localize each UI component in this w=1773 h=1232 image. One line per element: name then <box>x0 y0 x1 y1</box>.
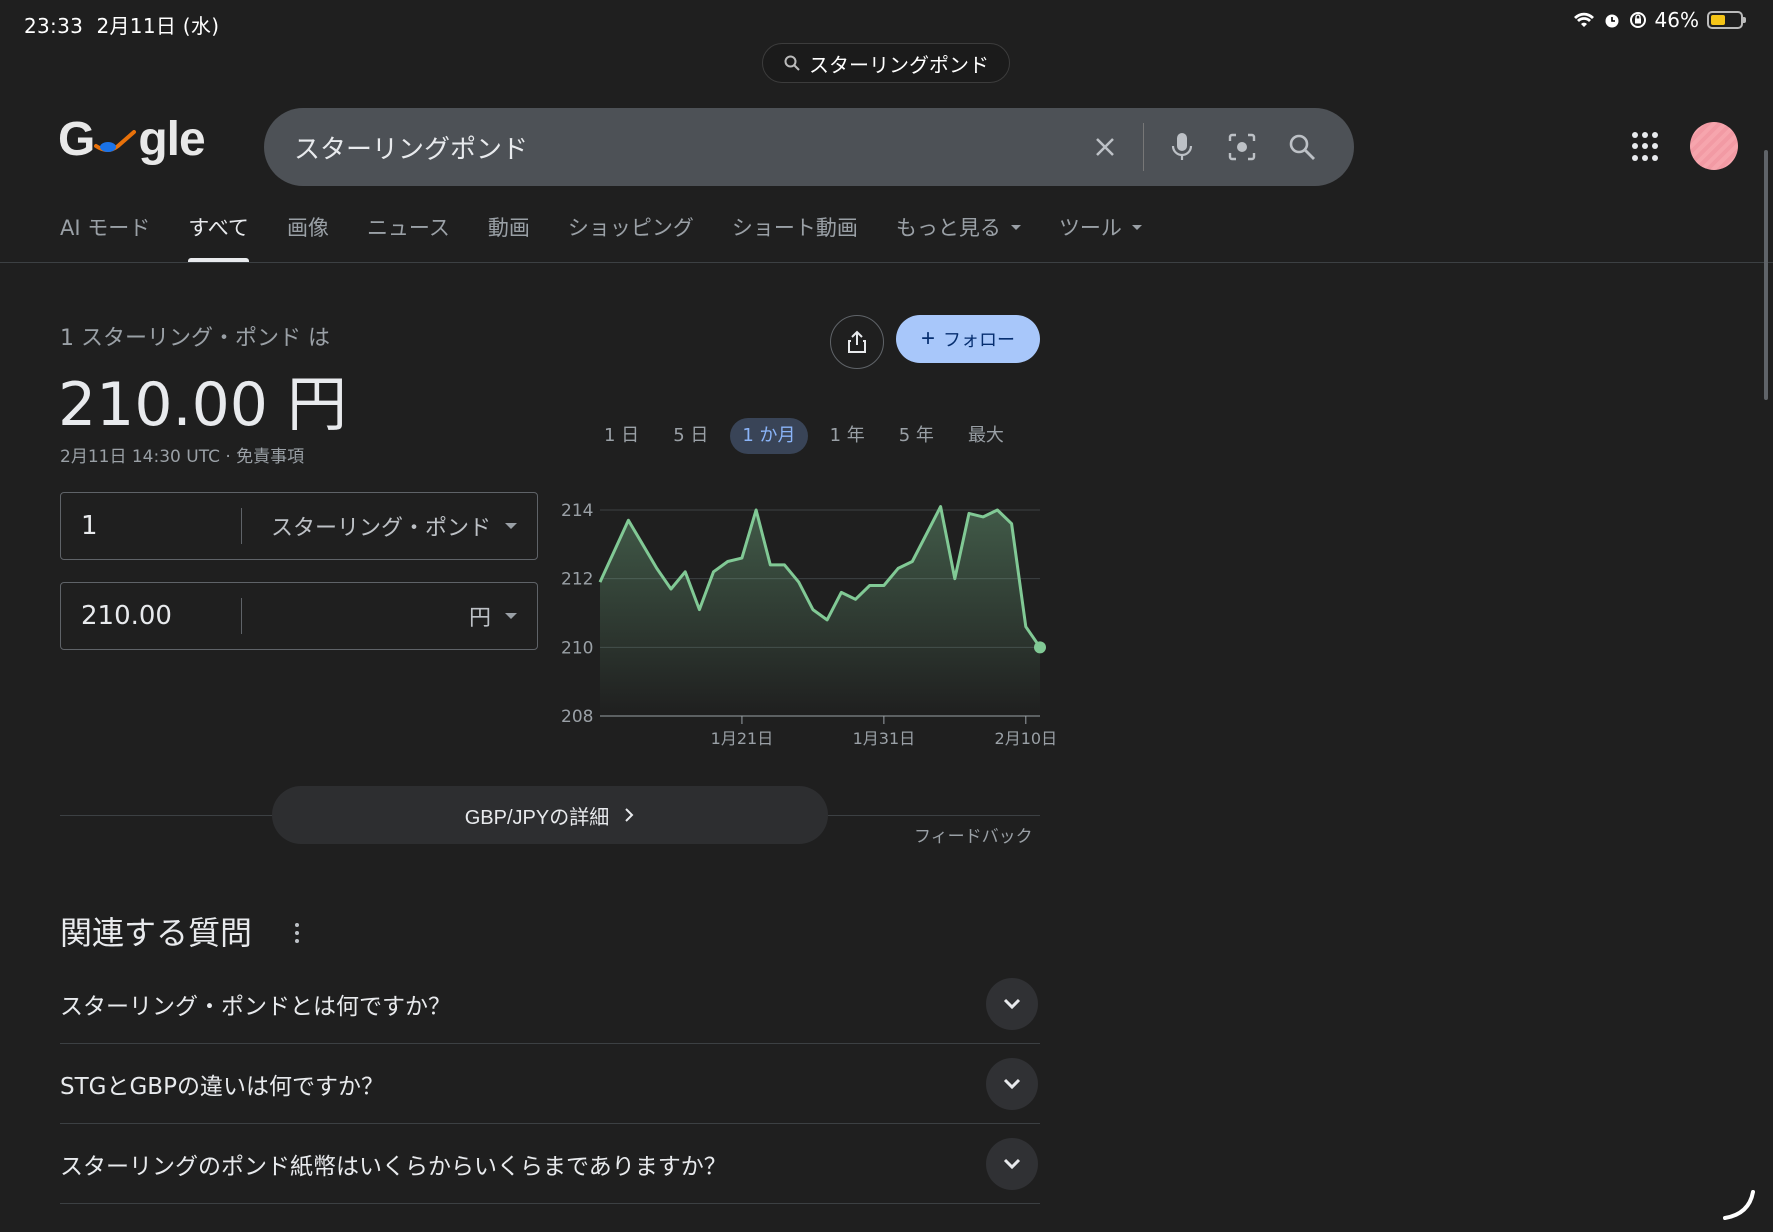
y-tick-label: 212 <box>561 570 593 590</box>
range-option[interactable]: 5 日 <box>661 418 720 454</box>
follow-button[interactable]: + フォロー <box>896 315 1040 363</box>
page-scrollbar[interactable] <box>1764 150 1768 400</box>
related-questions-title: 関連する質問 <box>60 914 253 952</box>
more-options-icon[interactable] <box>290 918 304 948</box>
share-button[interactable] <box>830 315 884 369</box>
y-tick-label: 208 <box>561 707 593 727</box>
battery-icon <box>1707 11 1746 29</box>
search-divider <box>1143 123 1144 171</box>
rotation-lock-icon <box>1629 12 1646 28</box>
status-time: 23:33 2月11日 (水) <box>24 14 220 38</box>
chevron-down-icon[interactable] <box>986 1057 1038 1110</box>
y-tick-label: 210 <box>561 638 593 658</box>
related-question-item[interactable]: スターリング・ポンドとは何ですか？ <box>60 964 1040 1044</box>
x-tick-label: 1月31日 <box>853 729 916 748</box>
related-question-item[interactable]: STGとGBPの違いは何ですか？ <box>60 1044 1040 1124</box>
question-text: スターリングのポンド紙幣はいくらからいくらまでありますか？ <box>60 1153 727 1180</box>
caret-down-icon <box>1010 224 1021 230</box>
tab-tools[interactable]: ツール <box>1059 212 1142 262</box>
apps-grid-icon[interactable] <box>1632 132 1662 162</box>
related-question-item[interactable]: スターリングのポンド紙幣はいくらからいくらまでありますか？ <box>60 1124 1040 1204</box>
range-option[interactable]: 1 日 <box>592 418 651 454</box>
caret-down-icon <box>505 523 517 529</box>
caret-down-icon <box>505 613 517 619</box>
clear-icon[interactable] <box>1083 125 1127 169</box>
status-icons: 46% <box>1573 8 1746 32</box>
plus-icon: + <box>920 325 935 352</box>
conversion-result: 210.00 円 <box>58 370 348 440</box>
chevron-right-icon <box>625 808 634 822</box>
from-currency-select[interactable]: スターリング・ポンド <box>242 510 537 542</box>
question-text: STGとGBPの違いは何ですか？ <box>60 1073 384 1100</box>
search-submit-icon[interactable] <box>1280 125 1324 169</box>
question-text: スターリング・ポンドとは何ですか？ <box>60 993 451 1020</box>
conversion-label: 1 スターリング・ポンド は <box>60 326 330 351</box>
feedback-link[interactable]: フィードバック <box>914 822 1033 847</box>
doodle-icon <box>94 130 137 153</box>
tab-videos[interactable]: 動画 <box>488 212 530 262</box>
search-bar[interactable] <box>264 108 1354 186</box>
range-option[interactable]: 1 か月 <box>730 418 808 454</box>
x-tick-label: 2月10日 <box>995 729 1055 748</box>
microphone-icon[interactable] <box>1160 125 1204 169</box>
x-tick-label: 1月21日 <box>711 729 774 748</box>
details-button[interactable]: GBP/JPYの詳細 <box>272 786 828 844</box>
exchange-rate-chart[interactable]: 214 212 210 208 1月21日 1月31日 2月10日 <box>555 490 1055 750</box>
range-option[interactable]: 1 年 <box>818 418 877 454</box>
share-icon <box>848 330 866 353</box>
google-logo[interactable]: Ggle <box>58 112 206 167</box>
lens-camera-icon[interactable] <box>1220 125 1264 169</box>
to-amount-input[interactable] <box>61 601 241 631</box>
corner-gesture-icon <box>1723 1190 1755 1220</box>
from-currency-row: スターリング・ポンド <box>60 492 538 560</box>
search-tabs: AI モード すべて 画像 ニュース 動画 ショッピング ショート動画 もっと見… <box>60 212 1180 262</box>
search-input[interactable] <box>294 132 1067 162</box>
tab-news[interactable]: ニュース <box>367 212 450 262</box>
avatar[interactable] <box>1690 122 1738 170</box>
chart-area <box>600 506 1040 716</box>
tab-all[interactable]: すべて <box>188 212 249 262</box>
to-currency-select[interactable]: 円 <box>242 600 537 632</box>
range-option[interactable]: 最大 <box>956 418 1016 454</box>
url-text: スターリングポンド <box>809 52 989 77</box>
data-point <box>1034 641 1046 654</box>
y-tick-label: 214 <box>561 501 593 521</box>
tab-more[interactable]: もっと見る <box>896 212 1021 262</box>
tab-shopping[interactable]: ショッピング <box>568 212 694 262</box>
caret-down-icon <box>1131 224 1142 230</box>
battery-percent: 46% <box>1654 8 1699 32</box>
url-bar[interactable]: スターリングポンド <box>762 43 1010 83</box>
alarm-icon <box>1605 14 1619 28</box>
tab-images[interactable]: 画像 <box>287 212 329 262</box>
from-amount-input[interactable] <box>61 511 241 541</box>
conversion-timestamp[interactable]: 2月11日 14:30 UTC · 免責事項 <box>60 442 304 467</box>
chevron-down-icon[interactable] <box>986 1137 1038 1190</box>
tab-short-videos[interactable]: ショート動画 <box>732 212 858 262</box>
search-icon <box>784 55 800 71</box>
wifi-icon <box>1573 12 1594 27</box>
chevron-down-icon[interactable] <box>986 977 1038 1030</box>
chart-range-selector: 1 日 5 日 1 か月 1 年 5 年最大 <box>592 418 1026 454</box>
to-currency-row: 円 <box>60 582 538 650</box>
tabs-divider <box>0 262 1773 263</box>
range-option[interactable]: 5 年 <box>887 418 946 454</box>
tab-ai-mode[interactable]: AI モード <box>60 212 150 262</box>
